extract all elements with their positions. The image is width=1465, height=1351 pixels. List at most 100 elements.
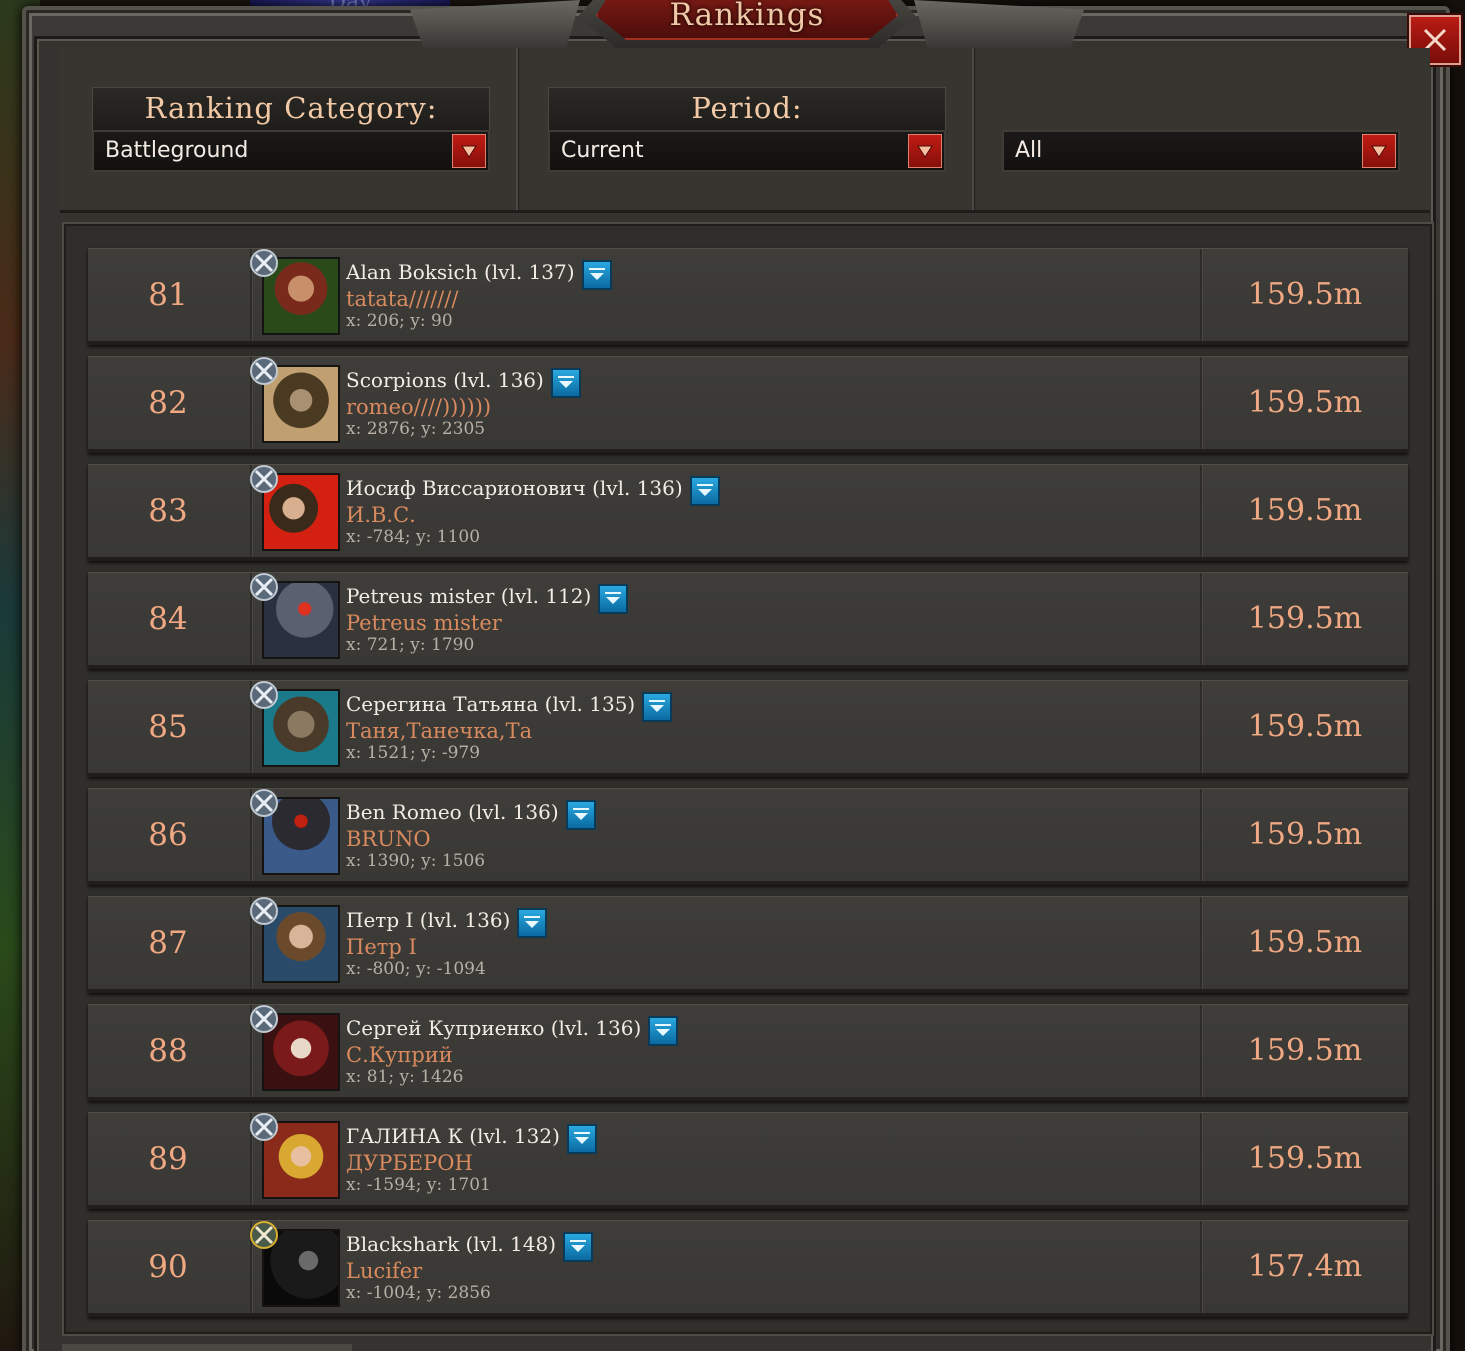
player-info-button[interactable] — [648, 1016, 679, 1046]
player-info-button[interactable] — [566, 1124, 597, 1154]
dropdown-arrow-button[interactable] — [908, 134, 942, 168]
bottom-tab-strip[interactable] — [62, 1344, 352, 1351]
player-coordinates[interactable]: x: 206; y: 90 — [346, 311, 453, 331]
player-coordinates[interactable]: x: -784; y: 1100 — [346, 527, 480, 547]
silver-swords-icon — [250, 465, 278, 493]
player-name[interactable]: Ben Romeo (lvl. 136) — [346, 800, 559, 824]
ranking-category-label: Ranking Category: — [92, 87, 490, 131]
filter-panel: Ranking Category: Battleground Period: C… — [60, 48, 1430, 213]
caret-down-icon — [655, 1024, 672, 1036]
alliance-name[interactable]: И.В.С. — [346, 503, 416, 527]
player-avatar-wrap — [250, 789, 340, 877]
silver-swords-icon — [250, 357, 278, 385]
player-name-line: ГАЛИНА К (lvl. 132) — [346, 1123, 597, 1154]
player-name-line: Серегина Татьяна (lvl. 135) — [346, 691, 673, 722]
window-title: Rankings — [669, 0, 825, 33]
player-name-line: Scorpions (lvl. 136) — [346, 367, 581, 398]
dropdown-arrow-button[interactable] — [452, 134, 486, 168]
ranking-row[interactable]: 87 Петр I (lvl. 136) Петр I x: -800; y: … — [88, 896, 1408, 993]
player-avatar-wrap — [250, 1113, 340, 1201]
player-name[interactable]: Alan Boksich (lvl. 137) — [346, 260, 575, 284]
caret-down-icon — [570, 1240, 587, 1252]
alliance-name[interactable]: Таня,Танечка,Та — [346, 719, 532, 743]
chevron-down-icon — [1371, 145, 1387, 158]
ranking-score: 159.5m — [1247, 277, 1363, 312]
ranking-row[interactable]: 82 Scorpions (lvl. 136) romeo////)))))) … — [88, 356, 1408, 453]
period-label: Period: — [548, 87, 946, 131]
player-info-button[interactable] — [598, 584, 629, 614]
player-coordinates[interactable]: x: 2876; y: 2305 — [346, 419, 485, 439]
rank-number: 85 — [148, 709, 188, 745]
player-info-button[interactable] — [550, 368, 581, 398]
caret-down-icon — [524, 916, 541, 928]
rank-number: 81 — [148, 277, 188, 313]
player-name[interactable]: Blackshark (lvl. 148) — [346, 1232, 556, 1256]
player-name[interactable]: ГАЛИНА К (lvl. 132) — [346, 1124, 560, 1148]
player-coordinates[interactable]: x: 81; y: 1426 — [346, 1067, 463, 1087]
silver-swords-icon — [250, 249, 278, 277]
caret-down-icon — [649, 700, 666, 712]
scope-dropdown[interactable]: All — [1002, 130, 1400, 172]
ranking-row[interactable]: 89 ГАЛИНА К (lvl. 132) ДУРБЕРОН x: -1594… — [88, 1112, 1408, 1209]
player-info-button[interactable] — [689, 476, 720, 506]
rank-number: 89 — [148, 1141, 188, 1177]
game-screen: Day Rankings Ranking Category: Battlegro… — [0, 0, 1465, 1351]
player-name-line: Blackshark (lvl. 148) — [346, 1231, 594, 1262]
ranking-row[interactable]: 84 Petreus mister (lvl. 112) Petreus mis… — [88, 572, 1408, 669]
ranking-score: 159.5m — [1247, 1033, 1363, 1068]
ranking-score: 159.5m — [1247, 493, 1363, 528]
player-coordinates[interactable]: x: -800; y: -1094 — [346, 959, 486, 979]
player-info-button[interactable] — [581, 260, 612, 290]
player-coordinates[interactable]: x: -1594; y: 1701 — [346, 1175, 491, 1195]
ranking-score: 159.5m — [1247, 1141, 1363, 1176]
player-name[interactable]: Scorpions (lvl. 136) — [346, 368, 544, 392]
player-info-button[interactable] — [517, 908, 548, 938]
alliance-name[interactable]: BRUNO — [346, 827, 431, 851]
player-coordinates[interactable]: x: 1390; y: 1506 — [346, 851, 485, 871]
filter-divider — [972, 48, 974, 210]
player-coordinates[interactable]: x: 721; y: 1790 — [346, 635, 474, 655]
alliance-name[interactable]: Petreus mister — [346, 611, 502, 635]
period-dropdown[interactable]: Current — [548, 130, 946, 172]
player-info-button[interactable] — [565, 800, 596, 830]
player-info-button[interactable] — [642, 692, 673, 722]
alliance-name[interactable]: ДУРБЕРОН — [346, 1151, 473, 1175]
player-info-button[interactable] — [563, 1232, 594, 1262]
caret-down-icon — [605, 592, 622, 604]
caret-down-icon — [588, 268, 605, 280]
rank-number: 88 — [148, 1033, 188, 1069]
alliance-name[interactable]: romeo////)))))) — [346, 395, 491, 419]
ranking-row[interactable]: 85 Серегина Татьяна (lvl. 135) Таня,Тане… — [88, 680, 1408, 777]
ranking-score: 159.5m — [1247, 601, 1363, 636]
silver-swords-icon — [250, 573, 278, 601]
ranking-row[interactable]: 90 Blackshark (lvl. 148) Lucifer x: -100… — [88, 1220, 1408, 1317]
ranking-score: 159.5m — [1247, 925, 1363, 960]
player-name-line: Иосиф Виссарионович (lvl. 136) — [346, 475, 720, 506]
ranking-row[interactable]: 81 Alan Boksich (lvl. 137) tatata///////… — [88, 248, 1408, 345]
player-name[interactable]: Petreus mister (lvl. 112) — [346, 584, 591, 608]
player-avatar-wrap — [250, 1221, 340, 1309]
rank-number: 83 — [148, 493, 188, 529]
ranking-category-dropdown[interactable]: Battleground — [92, 130, 490, 172]
ranking-score: 157.4m — [1247, 1249, 1363, 1284]
player-coordinates[interactable]: x: 1521; y: -979 — [346, 743, 480, 763]
rank-number: 86 — [148, 817, 188, 853]
dropdown-arrow-button[interactable] — [1362, 134, 1396, 168]
player-coordinates[interactable]: x: -1004; y: 2856 — [346, 1283, 491, 1303]
alliance-name[interactable]: Петр I — [346, 935, 417, 959]
silver-swords-icon — [250, 1113, 278, 1141]
player-name[interactable]: Петр I (lvl. 136) — [346, 908, 510, 932]
alliance-name[interactable]: tatata/////// — [346, 287, 458, 311]
ranking-row[interactable]: 86 Ben Romeo (lvl. 136) BRUNO x: 1390; y… — [88, 788, 1408, 885]
player-name[interactable]: Иосиф Виссарионович (lvl. 136) — [346, 476, 683, 500]
alliance-name[interactable]: Lucifer — [346, 1259, 422, 1283]
player-name[interactable]: Сергей Куприенко (lvl. 136) — [346, 1016, 641, 1040]
rank-number: 87 — [148, 925, 188, 961]
alliance-name[interactable]: С.Куприй — [346, 1043, 453, 1067]
ranking-category-value: Battleground — [105, 138, 249, 163]
rank-number: 84 — [148, 601, 188, 637]
ranking-row[interactable]: 88 Сергей Куприенко (lvl. 136) С.Куприй … — [88, 1004, 1408, 1101]
ranking-row[interactable]: 83 Иосиф Виссарионович (lvl. 136) И.В.С.… — [88, 464, 1408, 561]
player-name[interactable]: Серегина Татьяна (lvl. 135) — [346, 692, 635, 716]
caret-down-icon — [696, 484, 713, 496]
